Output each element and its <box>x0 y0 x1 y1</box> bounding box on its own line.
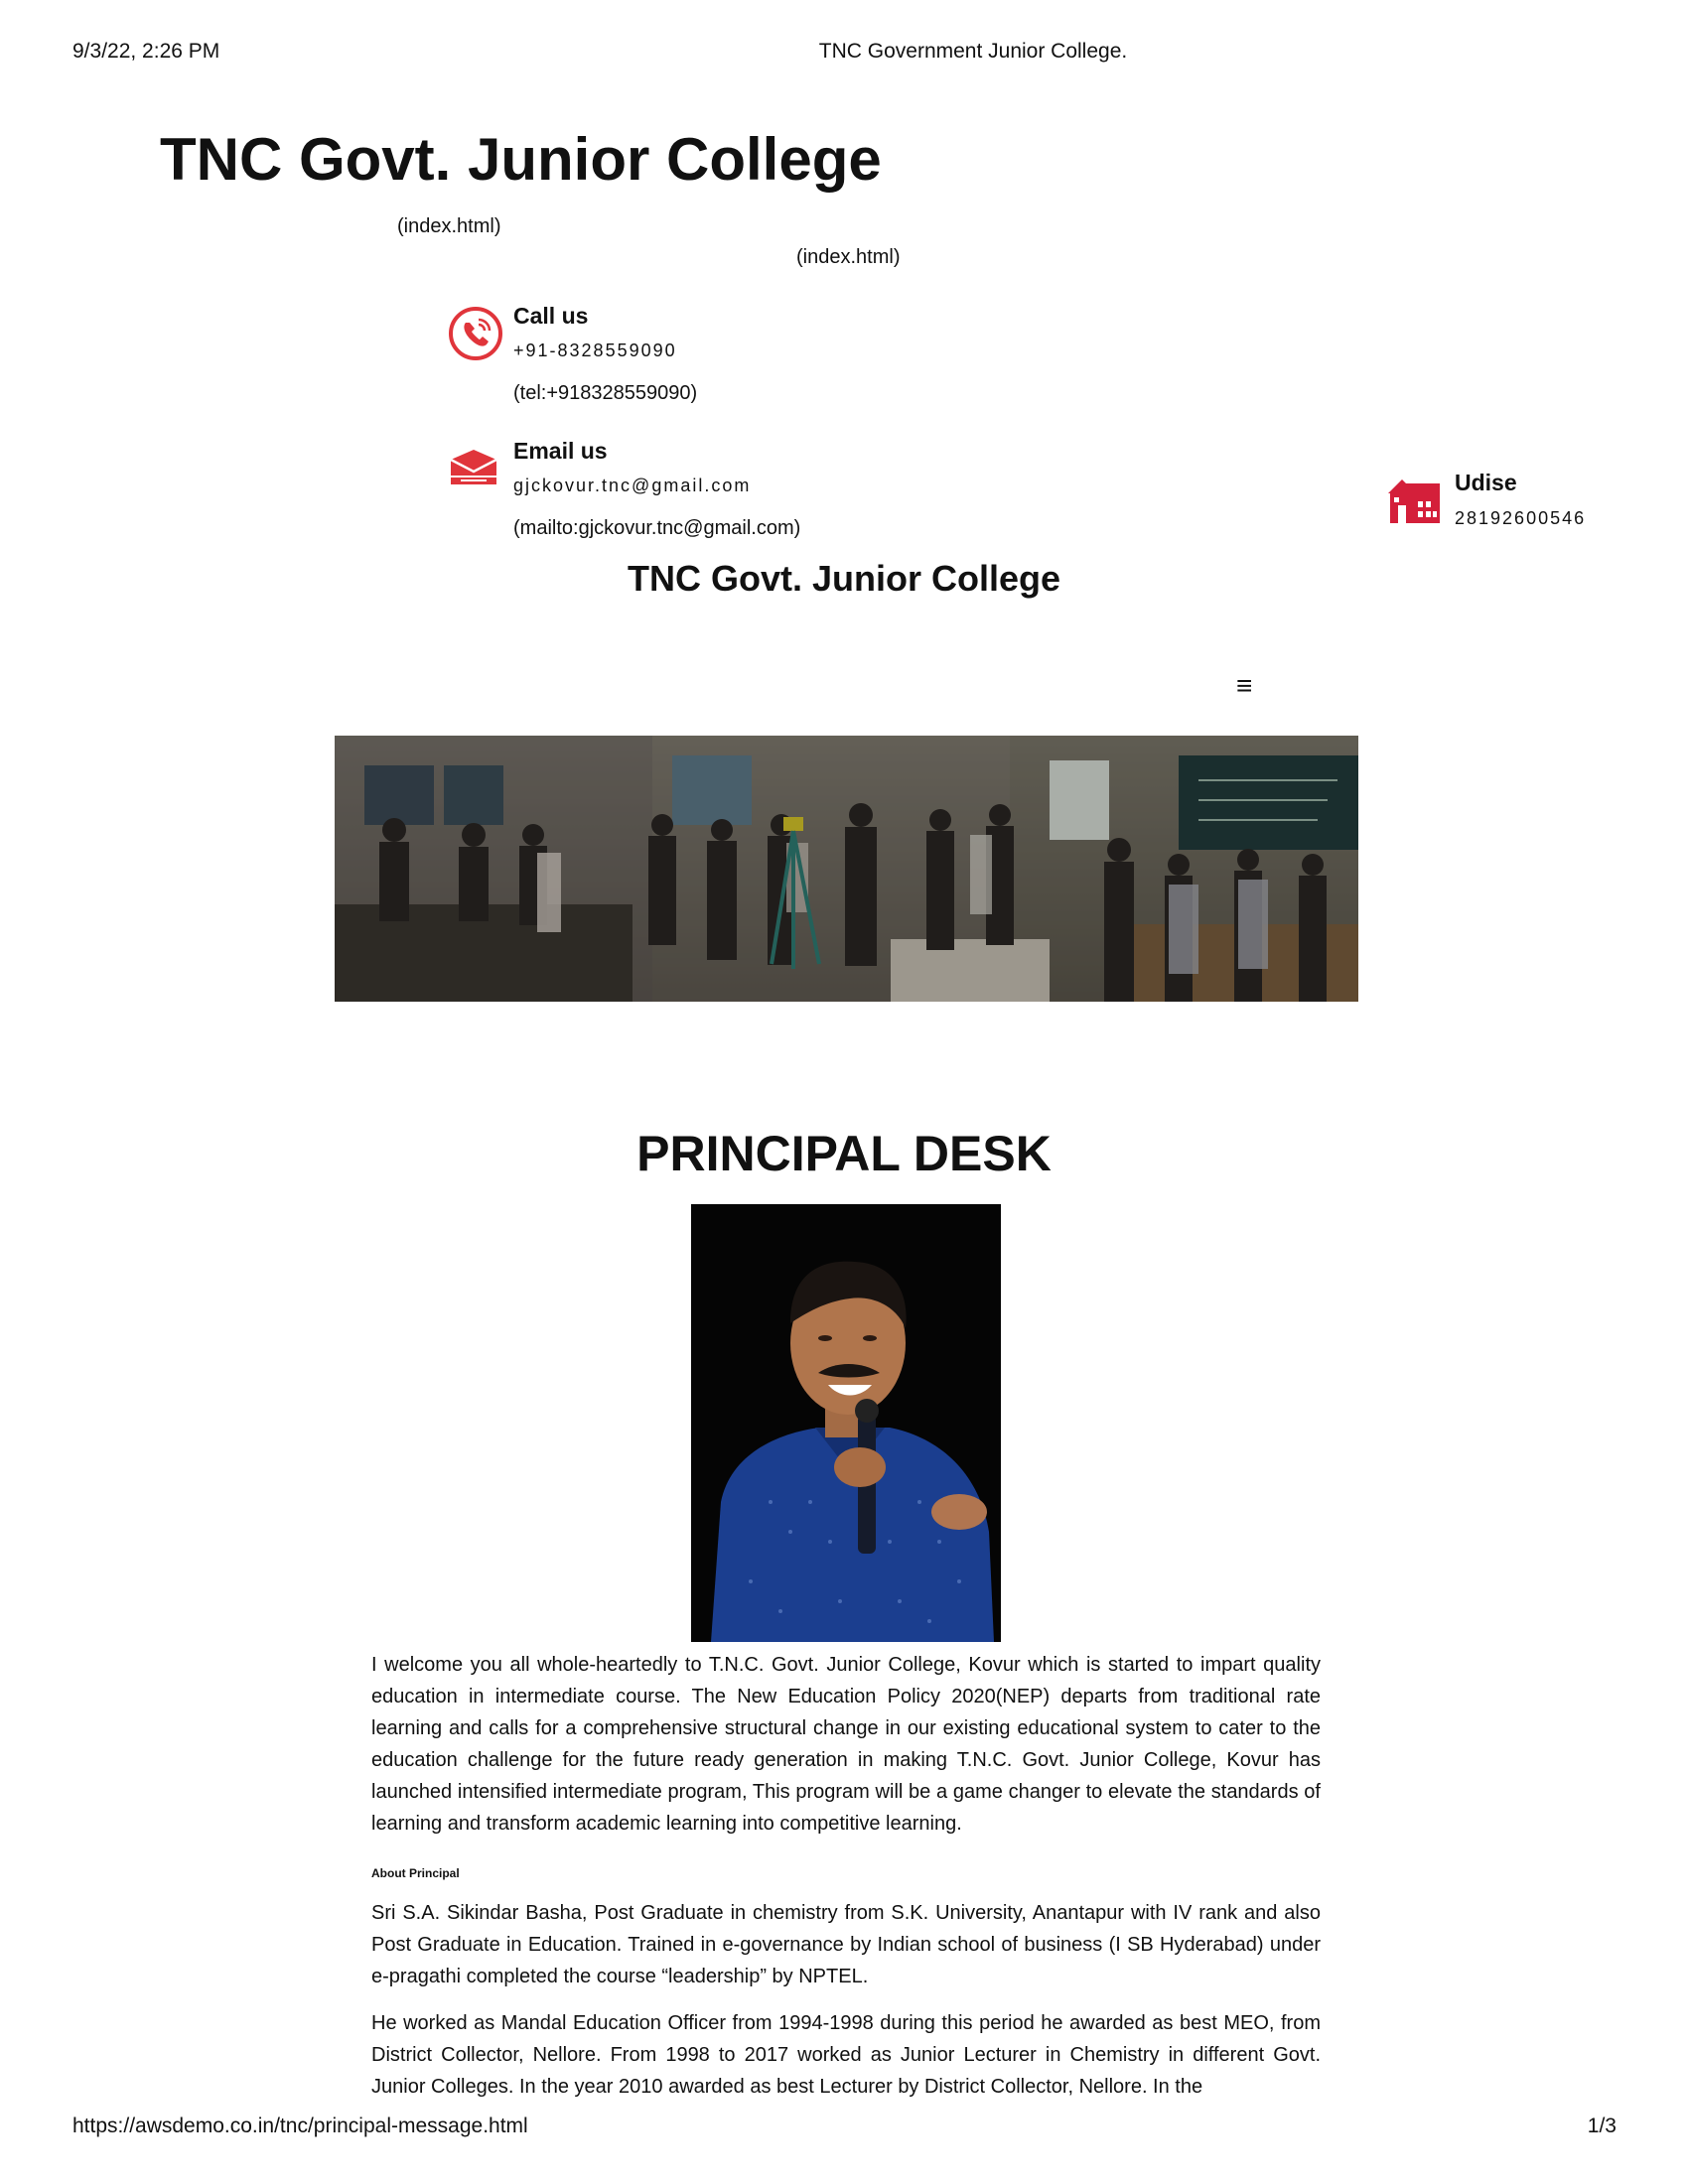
banner-image <box>335 736 1358 1002</box>
about-principal-heading: About Principal <box>371 1866 460 1880</box>
section-title: PRINCIPAL DESK <box>636 1126 1052 1181</box>
hamburger-menu-icon[interactable]: ≡ <box>1236 670 1252 702</box>
mail-icon <box>447 448 504 505</box>
about-paragraph-1: Sri S.A. Sikindar Basha, Post Graduate i… <box>371 1902 1321 1987</box>
welcome-paragraph: I welcome you all whole-heartedly to T.N… <box>371 1654 1321 1835</box>
phone-number[interactable]: +91-8328559090 <box>513 341 677 361</box>
phone-icon <box>447 305 504 362</box>
email-address[interactable]: gjckovur.tnc@gmail.com <box>513 476 751 496</box>
call-us-block: Call us +91-8328559090 (tel:+91832855909… <box>447 303 943 412</box>
principal-photo <box>691 1204 1001 1642</box>
print-url: https://awsdemo.co.in/tnc/principal-mess… <box>72 2115 528 2137</box>
logo-link-secondary[interactable]: (index.html) <box>796 246 900 269</box>
print-page-number: 1/3 <box>1587 2115 1617 2137</box>
email-us-title: Email us <box>513 438 608 464</box>
print-page-title: TNC Government Junior College. <box>818 40 1128 63</box>
logo-link[interactable]: (index.html) <box>397 215 500 238</box>
email-link[interactable]: (mailto:gjckovur.tnc@gmail.com) <box>513 517 800 540</box>
school-building-icon <box>1384 470 1444 529</box>
udise-title: Udise <box>1455 470 1517 495</box>
about-paragraph-2: He worked as Mandal Education Officer fr… <box>371 2012 1321 2098</box>
email-us-block: Email us gjckovur.tnc@gmail.com (mailto:… <box>447 438 943 547</box>
site-title: TNC Govt. Junior College <box>160 126 882 193</box>
udise-code: 28192600546 <box>1455 508 1587 528</box>
phone-link[interactable]: (tel:+918328559090) <box>513 382 697 405</box>
call-us-title: Call us <box>513 303 589 329</box>
brand-name[interactable]: TNC Govt. Junior College <box>0 558 1688 600</box>
